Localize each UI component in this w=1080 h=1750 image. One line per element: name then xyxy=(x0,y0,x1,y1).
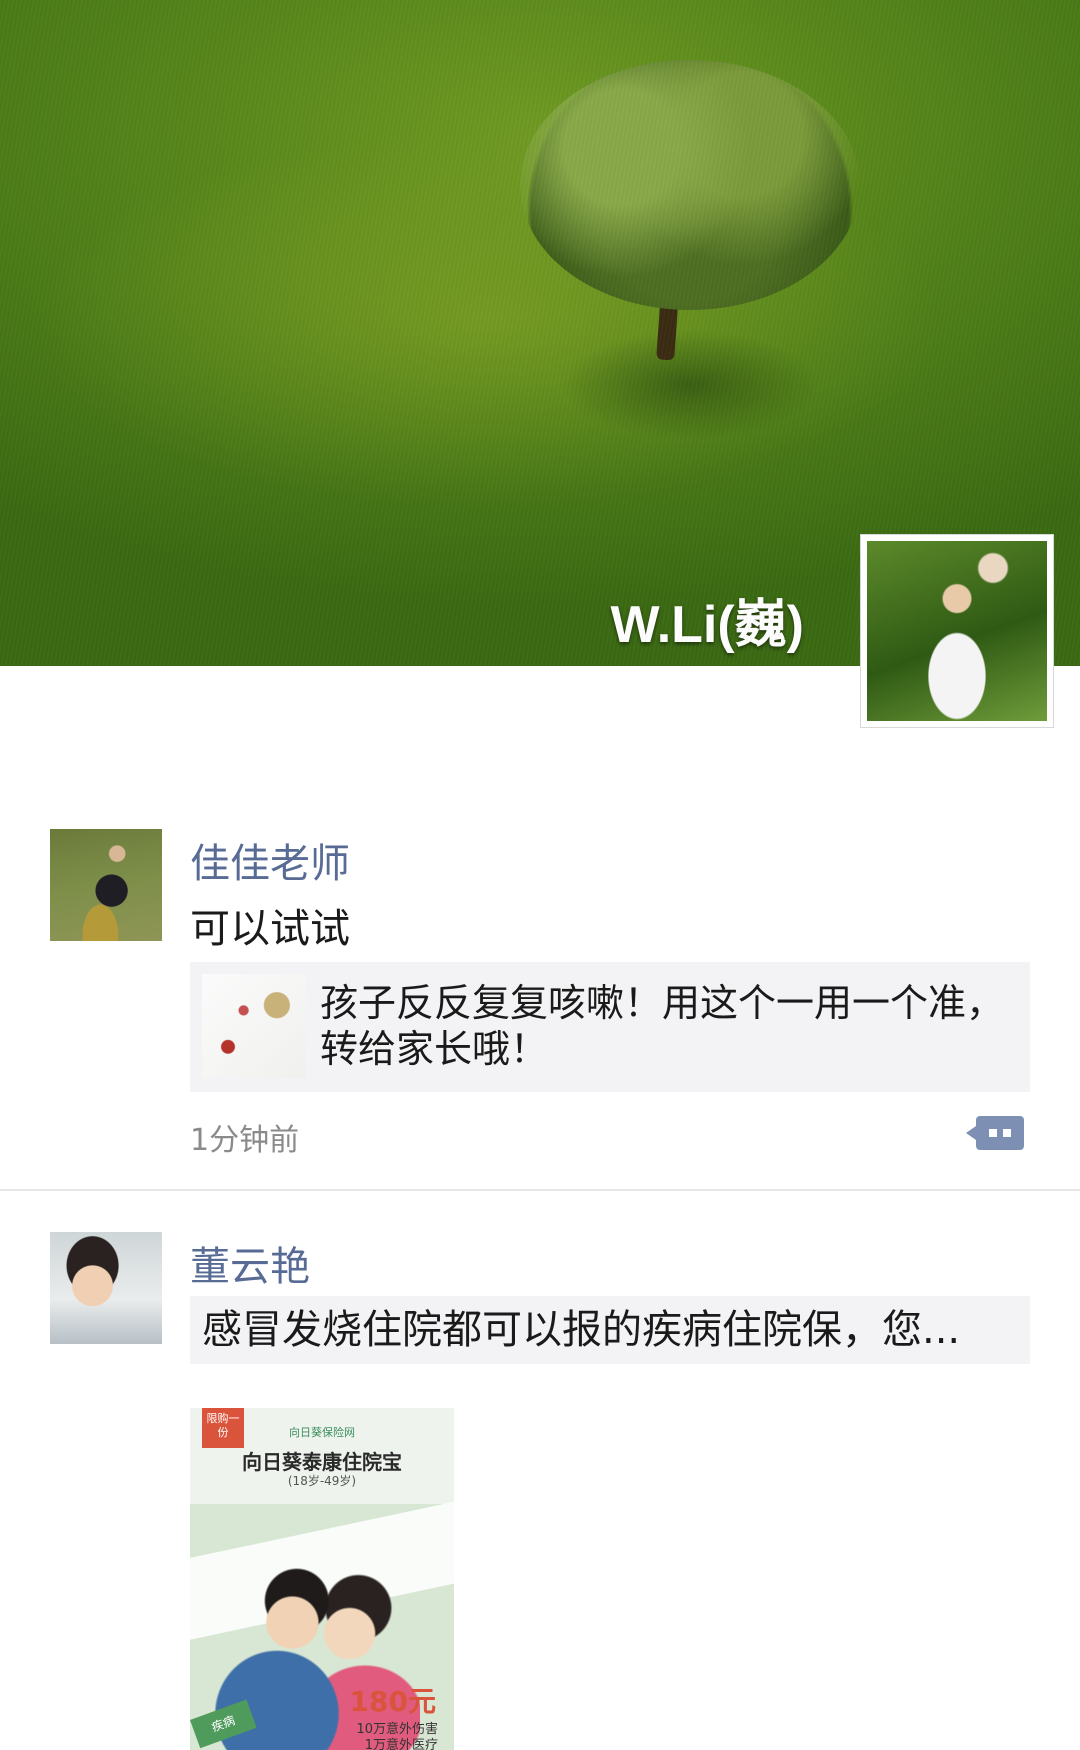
ad-line-2: 1万意外医疗 xyxy=(364,1738,438,1750)
ad-title: 向日葵泰康住院宝 xyxy=(242,1450,402,1474)
ad-age-range: (18岁-49岁) xyxy=(287,1474,357,1488)
post-author-avatar[interactable] xyxy=(50,1232,162,1344)
post-author-avatar[interactable] xyxy=(50,829,162,941)
profile-avatar-image xyxy=(867,541,1047,721)
shared-link-title: 感冒发烧住院都可以报的疾病住院保，您... xyxy=(202,1308,961,1352)
post-image[interactable]: 限购一份 向日葵保险网 向日葵泰康住院宝 (18岁-49岁) 180元 10万意… xyxy=(190,1408,454,1750)
link-card[interactable]: 孩子反反复复咳嗽！用这个一用一个准，转给家长哦！ xyxy=(190,962,1030,1092)
comment-dot xyxy=(989,1129,997,1137)
post-divider xyxy=(0,1189,1080,1191)
tree-shadow xyxy=(560,330,820,440)
comment-dot xyxy=(1003,1129,1011,1137)
tree-trunk xyxy=(656,249,682,361)
post-text: 可以试试 xyxy=(190,906,350,952)
link-card-thumbnail xyxy=(202,974,306,1078)
tree-crown xyxy=(520,60,860,310)
post-author-name[interactable]: 董云艳 xyxy=(190,1234,310,1292)
post-author-name[interactable]: 佳佳老师 xyxy=(190,831,350,889)
profile-name: W.Li(巍) xyxy=(610,596,804,654)
shared-link[interactable]: 感冒发烧住院都可以报的疾病住院保，您... xyxy=(190,1296,1030,1364)
comment-icon[interactable] xyxy=(966,1116,1024,1150)
ad-price: 180元 xyxy=(349,1685,436,1718)
ad-brand: 向日葵保险网 xyxy=(289,1426,355,1439)
link-card-title: 孩子反反复复咳嗽！用这个一用一个准，转给家长哦！ xyxy=(320,981,1005,1071)
profile-avatar[interactable] xyxy=(860,534,1054,728)
post-time: 1分钟前 xyxy=(190,1123,300,1158)
moments-page: W.Li(巍) 佳佳老师 可以试试 孩子反反复复咳嗽！用这个一用一个准，转给家长… xyxy=(0,0,1080,1750)
